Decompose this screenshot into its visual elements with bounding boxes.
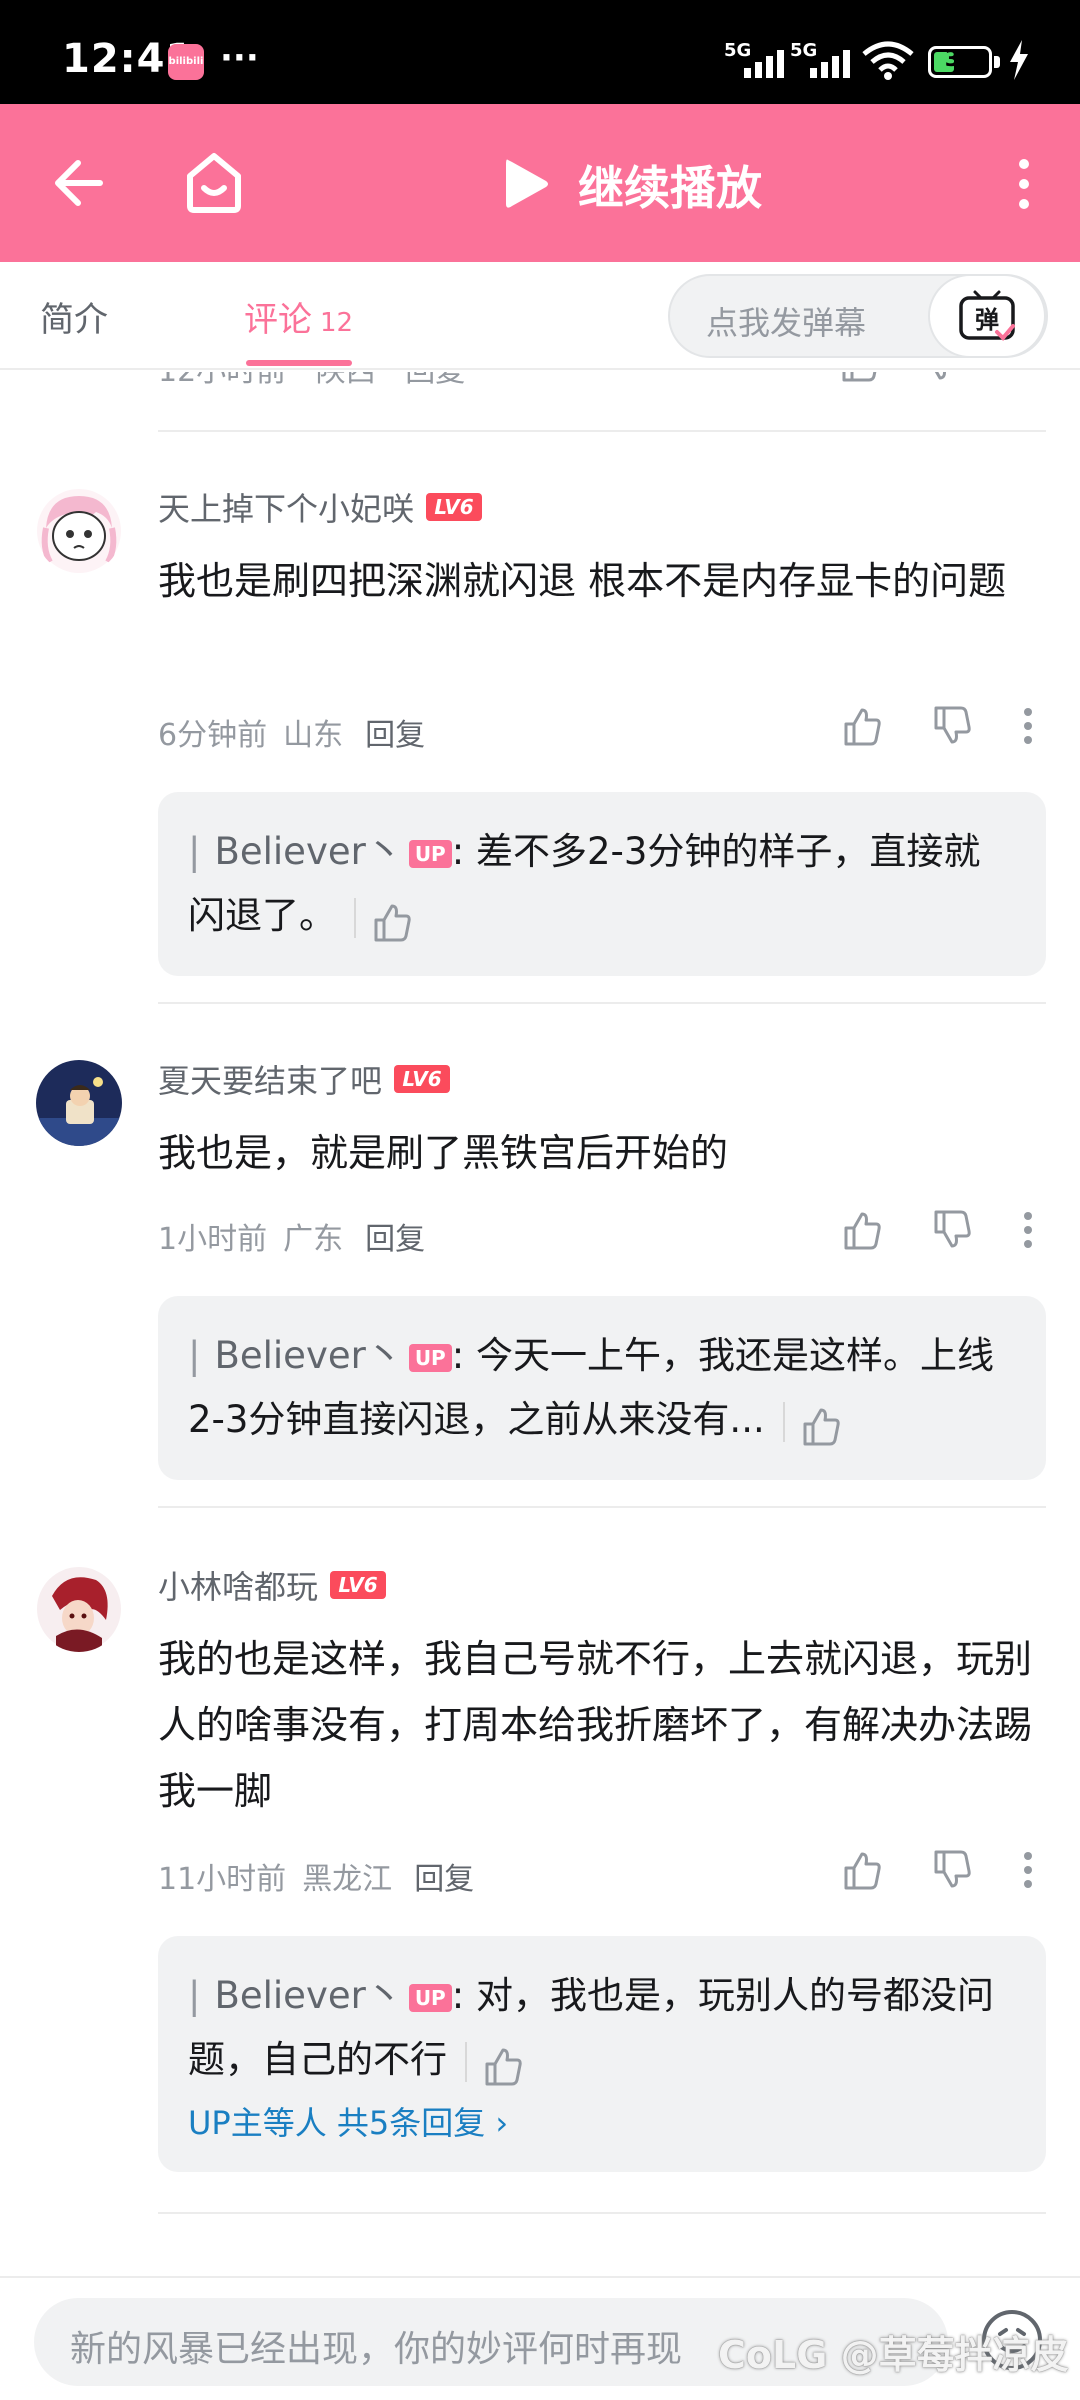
previous-comment-actions bbox=[840, 372, 1012, 382]
like-icon[interactable] bbox=[842, 1210, 882, 1250]
signal-bars-icon-2 bbox=[810, 44, 850, 78]
comment-location: 广东 bbox=[283, 1222, 344, 1257]
tab-comments-count: 12 bbox=[320, 308, 354, 338]
more-notifications-icon: ··· bbox=[220, 38, 259, 78]
comment-meta: 1小时前 广东 回复 bbox=[158, 1214, 425, 1258]
reply-link[interactable]: 回复 bbox=[414, 1862, 474, 1897]
danmaku-icon-label: 弹 bbox=[975, 306, 999, 334]
reply-bar: | bbox=[188, 1974, 201, 2017]
up-badge: UP bbox=[408, 1343, 452, 1372]
comment-actions bbox=[842, 1850, 1034, 1890]
tab-comments[interactable]: 评论 12 bbox=[244, 292, 353, 341]
comment-divider bbox=[158, 1002, 1046, 1004]
reply-link[interactable]: 回复 bbox=[365, 1222, 425, 1257]
comment-divider bbox=[158, 1506, 1046, 1508]
comment-more-icon[interactable] bbox=[1022, 706, 1034, 746]
dislike-icon[interactable] bbox=[932, 1850, 972, 1890]
battery-level: 34 bbox=[944, 47, 976, 72]
dislike-icon[interactable] bbox=[932, 706, 972, 746]
username[interactable]: 天上掉下个小妃咲 LV6 bbox=[158, 484, 483, 530]
comment-meta: 6分钟前 山东 回复 bbox=[158, 710, 425, 754]
avatar[interactable] bbox=[36, 1060, 122, 1146]
comment-divider bbox=[158, 430, 1046, 432]
battery-icon: 34 bbox=[928, 46, 992, 78]
like-icon[interactable] bbox=[842, 1850, 882, 1890]
wifi-icon bbox=[862, 40, 914, 84]
active-tab-indicator bbox=[246, 360, 352, 366]
avatar[interactable] bbox=[36, 1566, 122, 1652]
up-badge: UP bbox=[408, 1983, 452, 2012]
username-text[interactable]: 天上掉下个小妃咲 bbox=[158, 484, 414, 530]
danmaku-tv-icon: 弹 bbox=[959, 290, 1015, 341]
username[interactable]: 小林啥都玩 LV6 bbox=[158, 1562, 387, 1608]
comment-more-icon[interactable] bbox=[1022, 1210, 1034, 1250]
comment-time: 6分钟前 bbox=[158, 718, 268, 753]
watermark: CoLG @草莓拌凉皮 bbox=[718, 2333, 1069, 2377]
reply-username[interactable]: Believer丶 bbox=[214, 1974, 402, 2017]
play-icon[interactable] bbox=[502, 156, 552, 216]
like-icon[interactable] bbox=[842, 706, 882, 746]
more-options-icon[interactable] bbox=[1014, 156, 1034, 216]
comment-time: 12小时前 bbox=[158, 372, 286, 389]
reply-bar: | bbox=[188, 830, 201, 873]
like-icon[interactable] bbox=[840, 372, 880, 382]
video-header: 继续播放 bbox=[0, 104, 1080, 262]
comment-list[interactable]: 12小时前 陕西 回复 天上掉下个小妃咲 LV6 我也是刷四把深渊就闪退 根本不是… bbox=[0, 372, 1080, 2274]
level-badge: LV6 bbox=[330, 1571, 387, 1599]
tab-intro[interactable]: 简介 bbox=[40, 292, 108, 341]
username[interactable]: 夏天要结束了吧 LV6 bbox=[158, 1056, 451, 1102]
reply-preview[interactable]: | Believer丶 UP: 差不多2-3分钟的样子，直接就闪退了。 bbox=[158, 792, 1046, 976]
comment-meta: 11小时前 黑龙江 回复 bbox=[158, 1854, 474, 1898]
battery-tip bbox=[994, 56, 1000, 68]
back-arrow-icon[interactable] bbox=[52, 156, 106, 214]
tab-bar: 简介 评论 12 点我发弹幕 弹 bbox=[0, 262, 1080, 370]
reply-username[interactable]: Believer丶 bbox=[214, 830, 402, 873]
reply-bar: | bbox=[188, 1334, 201, 1377]
reply-like-icon[interactable] bbox=[465, 2041, 523, 2085]
up-badge: UP bbox=[408, 839, 452, 868]
charging-icon bbox=[1008, 40, 1030, 84]
bilibili-app-icon: bilibili bbox=[168, 44, 204, 80]
level-badge: LV6 bbox=[426, 493, 483, 521]
reply-preview[interactable]: | Believer丶 UP: 今天一上午，我还是这样。上线2-3分钟直接闪退，之前… bbox=[158, 1296, 1046, 1480]
reply-link[interactable]: 回复 bbox=[405, 372, 465, 389]
view-more-replies-link[interactable]: UP主等人 共5条回复 › bbox=[188, 2098, 1016, 2144]
comment-more-icon[interactable] bbox=[1000, 372, 1012, 382]
danmaku-toggle-button[interactable]: 弹 bbox=[928, 274, 1046, 358]
reply-like-icon[interactable] bbox=[782, 1401, 841, 1445]
comment-divider bbox=[158, 2212, 1046, 2214]
tab-comments-label: 评论 bbox=[244, 300, 312, 340]
comment-text: 我也是刷四把深渊就闪退 根本不是内存显卡的问题 bbox=[158, 559, 1007, 603]
signal-bars-icon bbox=[744, 44, 784, 78]
comment-input-placeholder: 新的风暴已经出现，你的妙评何时再现 bbox=[70, 2329, 683, 2370]
continue-playing-button[interactable]: 继续播放 bbox=[578, 152, 762, 218]
previous-comment-meta: 12小时前 陕西 回复 bbox=[158, 372, 485, 390]
reply-like-icon[interactable] bbox=[354, 897, 412, 941]
avatar[interactable] bbox=[36, 488, 122, 574]
dislike-icon[interactable] bbox=[932, 1210, 972, 1250]
reply-username[interactable]: Believer丶 bbox=[214, 1334, 402, 1377]
username-text[interactable]: 小林啥都玩 bbox=[158, 1562, 318, 1608]
reply-link[interactable]: 回复 bbox=[365, 718, 425, 753]
dislike-icon[interactable] bbox=[920, 372, 960, 382]
reply-preview[interactable]: | Believer丶 UP: 对，我也是，玩别人的号都没问题，自己的不行 UP主等… bbox=[158, 1936, 1046, 2172]
status-bar: 12:41 bilibili ··· 5G 5G 34 bbox=[0, 0, 1080, 104]
comment-location: 黑龙江 bbox=[302, 1862, 393, 1897]
comment-location: 陕西 bbox=[316, 372, 376, 389]
home-icon[interactable] bbox=[184, 150, 244, 218]
level-badge: LV6 bbox=[394, 1065, 451, 1093]
danmaku-input[interactable]: 点我发弹幕 弹 bbox=[668, 274, 1048, 358]
comment-more-icon[interactable] bbox=[1022, 1850, 1034, 1890]
comment-time: 1小时前 bbox=[158, 1222, 268, 1257]
comment-actions bbox=[842, 706, 1034, 746]
comment-text: 我也是，就是刷了黑铁宫后开始的 bbox=[158, 1131, 729, 1175]
comment-actions bbox=[842, 1210, 1034, 1250]
comment-time: 11小时前 bbox=[158, 1862, 287, 1897]
username-text[interactable]: 夏天要结束了吧 bbox=[158, 1056, 382, 1102]
comment-text: 我的也是这样，我自己号就不行，上去就闪退，玩别人的啥事没有，打周本给我折磨坏了，… bbox=[158, 1637, 1033, 1813]
comment-location: 山东 bbox=[283, 718, 344, 753]
danmaku-placeholder: 点我发弹幕 bbox=[706, 304, 867, 342]
